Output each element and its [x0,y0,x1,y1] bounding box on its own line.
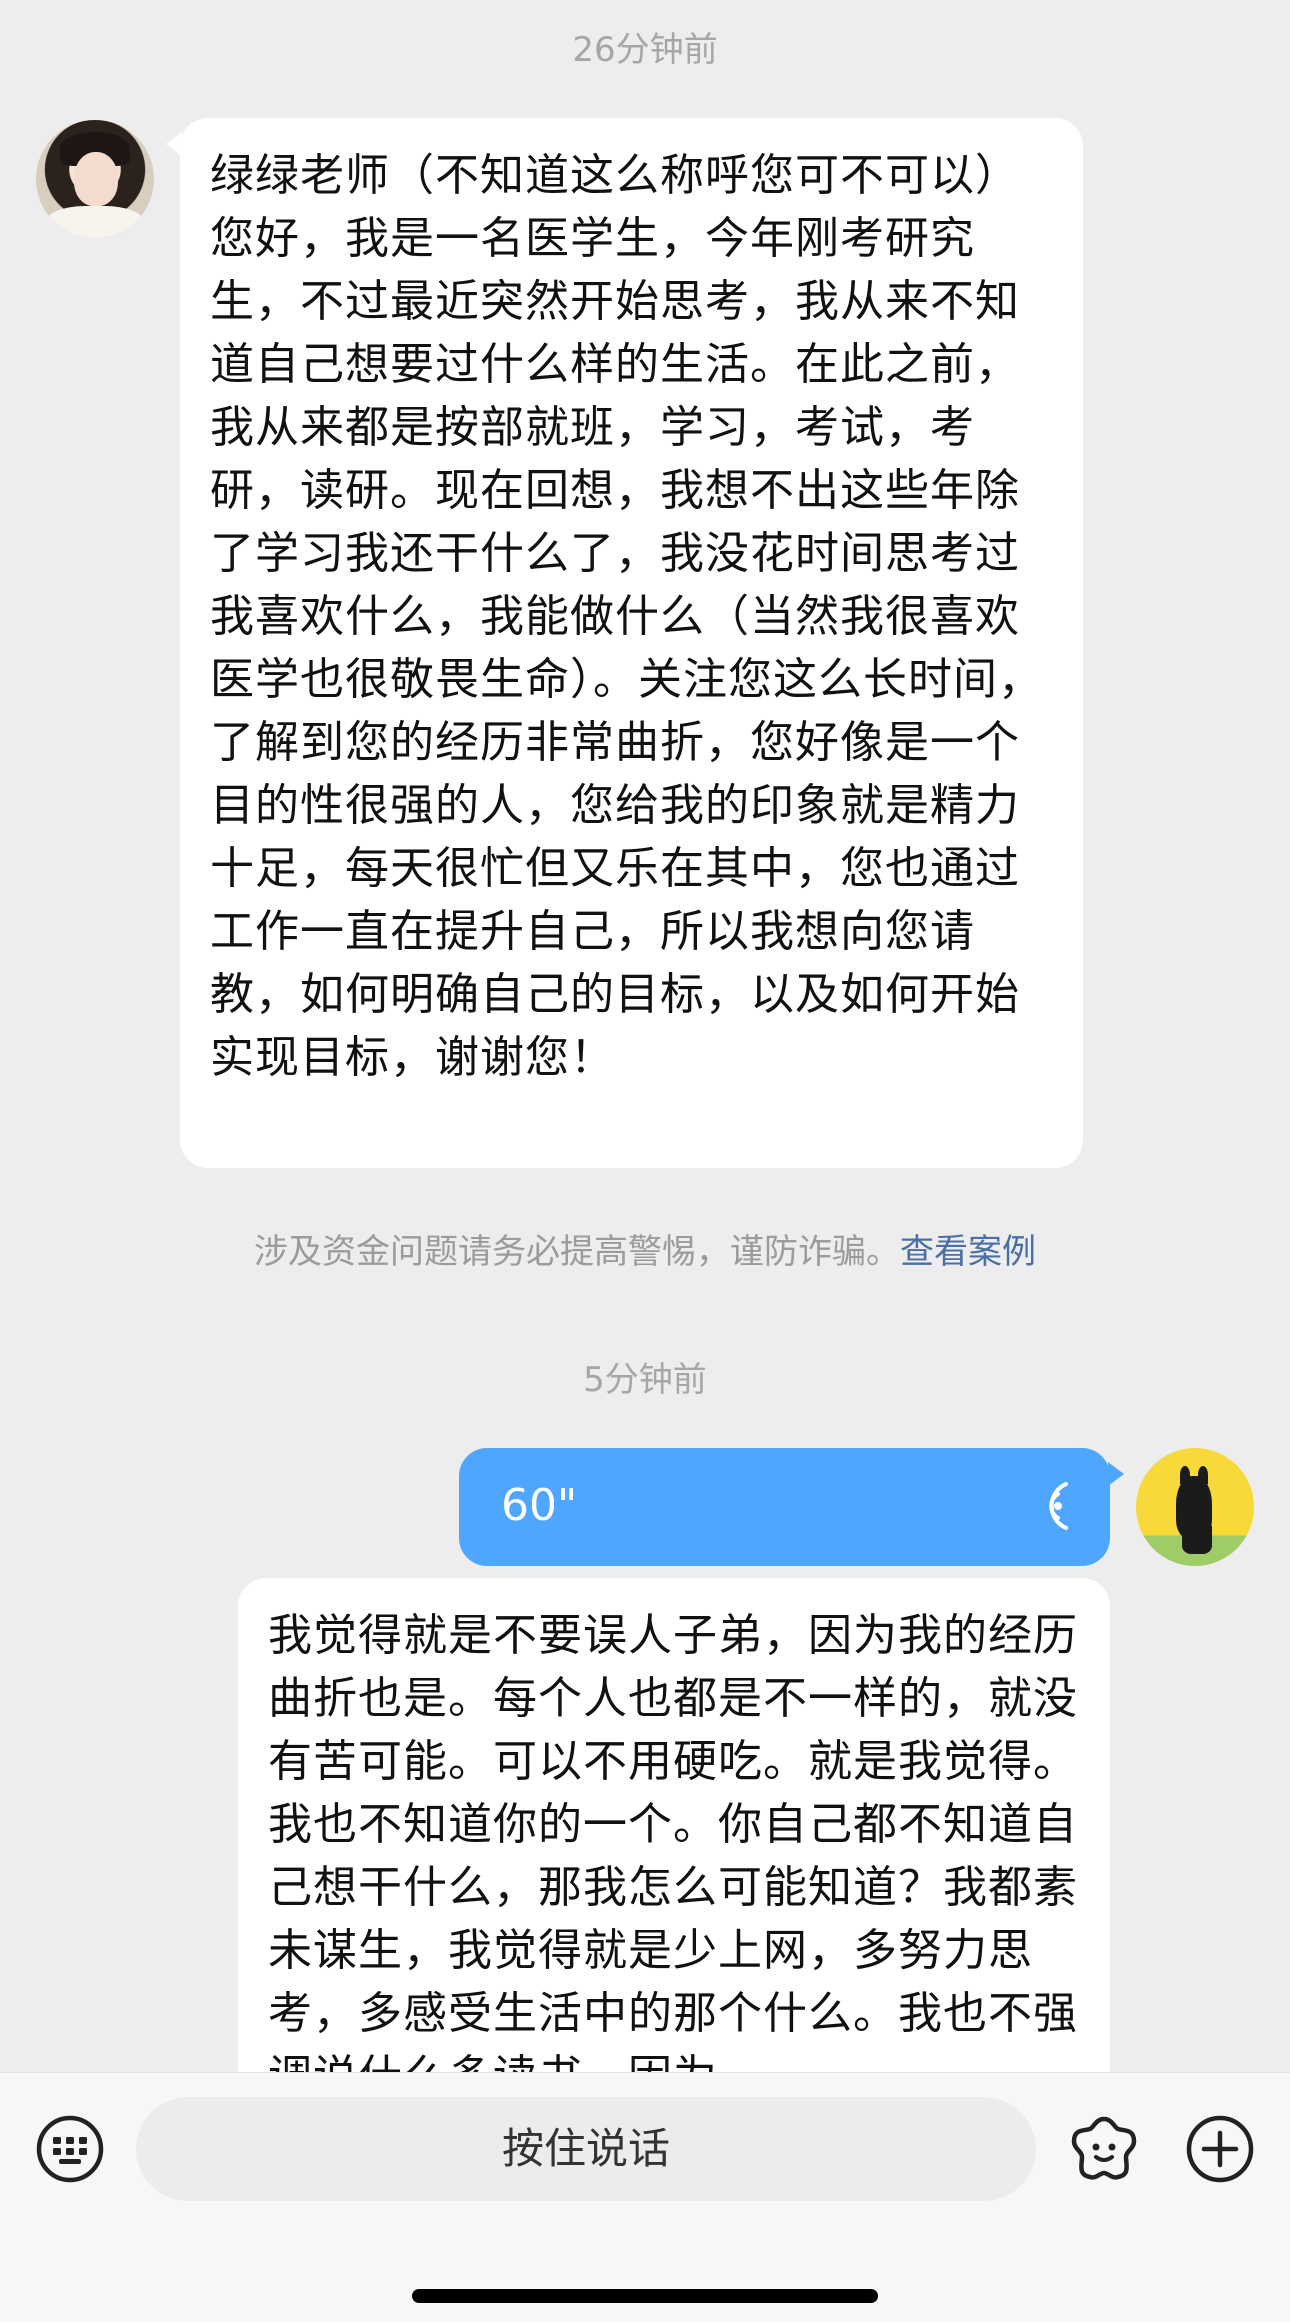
home-indicator [412,2289,878,2303]
my-avatar[interactable] [1136,1448,1254,1566]
timestamp-26-min: 26分钟前 [572,30,718,70]
fraud-warning-text: 涉及资金问题请务必提高警惕，谨防诈骗。 [254,1232,900,1272]
voice-duration: 60" [501,1480,578,1531]
plus-icon[interactable] [1184,2113,1256,2185]
voice-wave-icon [1049,1482,1068,1530]
incoming-message-bubble[interactable]: 绿绿老师（不知道这么称呼您可不可以）您好，我是一名医学生，今年刚考研究生，不过最… [166,118,1083,1168]
voice-transcription-bubble[interactable]: 我觉得就是不要误人子弟，因为我的经历曲折也是。每个人也都是不一样的，就没有苦可能… [238,1578,1110,2138]
hold-to-talk-button[interactable]: 按住说话 [136,2097,1036,2201]
incoming-message-text: 绿绿老师（不知道这么称呼您可不可以）您好，我是一名医学生，今年刚考研究生，不过最… [210,150,1043,1083]
view-cases-link[interactable]: 查看案例 [900,1232,1036,1272]
fraud-warning-notice: 涉及资金问题请务必提高警惕，谨防诈骗。查看案例 [0,1232,1290,1272]
input-bar: 按住说话 [0,2072,1290,2322]
keyboard-icon[interactable] [34,2113,106,2185]
timestamp-5-min: 5分钟前 [583,1360,707,1400]
sender-avatar[interactable] [36,120,154,238]
voice-transcription-text: 我觉得就是不要误人子弟，因为我的经历曲折也是。每个人也都是不一样的，就没有苦可能… [268,1610,1078,2102]
chat-screen: 26分钟前 绿绿老师（不知道这么称呼您可不可以）您好，我是一名医学生，今年刚考研… [0,0,1290,2322]
emoji-icon[interactable] [1068,2113,1140,2185]
voice-message-bubble[interactable]: 60" [459,1448,1124,1566]
